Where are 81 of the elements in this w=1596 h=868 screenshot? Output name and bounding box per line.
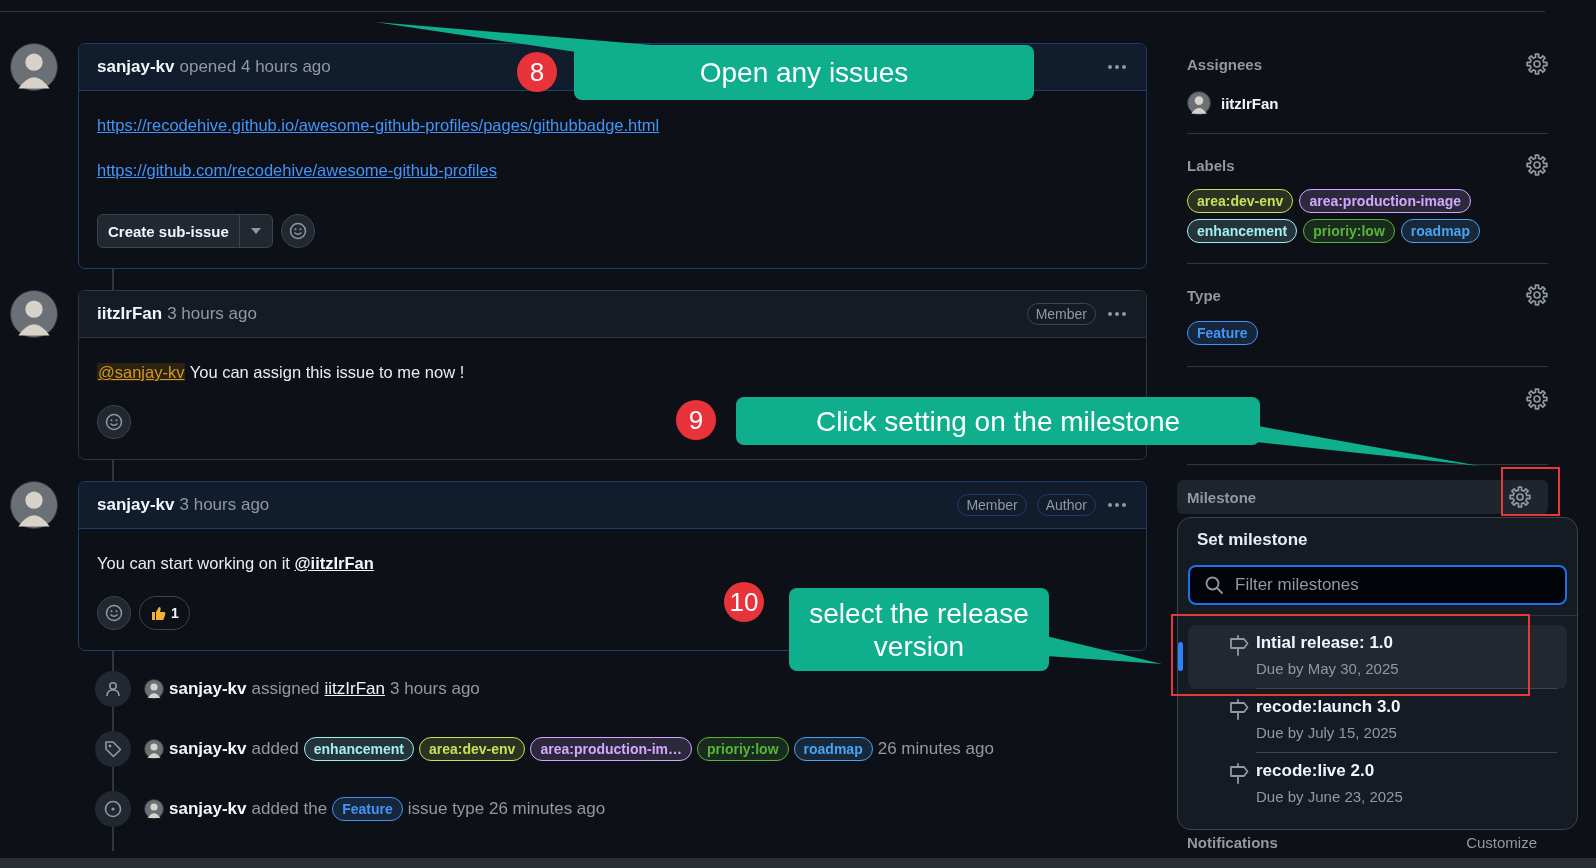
milestone-title: recode:live 2.0 [1256,761,1376,781]
author-name[interactable]: sanjay-kv [97,57,175,77]
avatar [1187,91,1211,115]
label-tag[interactable]: enhancement [1187,219,1298,243]
user-link[interactable]: iitzIrFan [324,679,386,699]
label-tag[interactable]: roadmap [1400,219,1480,243]
link[interactable]: https://recodehive.github.io/awesome-github-profiles/pages/githubbadge.html [97,116,660,134]
timestamp: 26 minutes ago [877,739,994,759]
avatar [10,481,58,529]
user-name[interactable]: iitzIrFan [1221,94,1279,112]
search-icon [1204,575,1224,595]
section-title: Labels [1187,156,1235,174]
label-tag[interactable]: roadmap [793,737,873,761]
smiley-icon [105,604,123,622]
settings-icon[interactable] [1526,284,1548,306]
timestamp: 3 hours ago [179,495,270,515]
milestone-title: Intial release: 1.0 [1256,633,1395,653]
milestone-option[interactable]: recode:launch 3.0 Due by July 15, 2025 [1188,689,1567,753]
label-tag[interactable]: area:dev-env [1187,189,1294,213]
label-tag[interactable]: prioriy:low [697,737,789,761]
author-name[interactable]: sanjay-kv [97,495,175,515]
comment-text: You can start working on it @iitzIrFan [97,553,375,574]
settings-icon[interactable] [1526,388,1548,410]
smiley-icon [105,413,123,431]
author-name[interactable]: sanjay-kv [169,679,247,699]
mention-link[interactable]: @sanjay-kv [97,363,186,381]
label-tag[interactable]: prioriy:low [1303,219,1395,243]
sidebar-section-header[interactable]: Milestone [1177,480,1548,514]
emoji-button[interactable] [97,596,131,630]
emoji-button[interactable] [97,405,131,439]
search-field[interactable]: Filter milestones [1188,565,1567,605]
settings-icon[interactable] [1509,486,1531,508]
settings-icon[interactable] [1526,53,1548,75]
section-title: Notifications [1187,834,1278,851]
section-title: Assignees [1187,55,1263,73]
section-title: Type [1187,286,1221,304]
label-tag[interactable]: enhancement [303,737,415,761]
timestamp: opened 4 hours ago [179,57,331,77]
caret-icon [250,228,261,234]
author-name[interactable]: iitzIrFan [97,304,163,324]
signpost-icon [1228,762,1250,784]
callout: select the release version [789,588,1049,671]
emoji-button[interactable] [280,214,315,248]
settings-icon[interactable] [1526,154,1548,176]
step-number: 9 [676,400,716,440]
author-name[interactable]: sanjay-kv [169,799,247,819]
author-name[interactable]: sanjay-kv [169,739,247,759]
due-date: Due by July 15, 2025 [1256,724,1398,741]
avatar [144,799,164,819]
event-text: added [251,739,299,759]
event-text: assigned [251,679,320,699]
person-icon [95,671,131,707]
avatar [144,679,164,699]
label-tag[interactable]: area:production-im… [530,737,692,761]
signpost-icon [1228,698,1250,720]
label-tag[interactable]: area:dev-env [419,737,526,761]
circle-dot-icon [95,791,131,827]
label-tag[interactable]: area:production-image [1299,189,1472,213]
thumbs-up-icon [150,605,166,621]
comment-text: @sanjay-kv You can assign this issue to me now ! [97,362,466,383]
due-date: Due by June 23, 2025 [1256,788,1404,805]
timestamp: 3 hours ago [390,679,480,699]
mention-link[interactable]: @iitzIrFan [294,554,374,572]
timestamp: 3 hours ago [167,304,257,324]
avatar [10,290,58,338]
step-number: 10 [724,582,764,622]
milestone-option[interactable]: recode:live 2.0 Due by June 23, 2025 [1188,753,1567,817]
link[interactable]: https://github.com/recodehive/awesome-github-profiles [97,161,497,179]
smiley-icon [288,222,307,240]
menu-title: Set milestone [1196,530,1309,551]
tag-icon [95,731,131,767]
customize-link[interactable]: Customize [1466,834,1537,851]
due-date: Due by May 30, 2025 [1256,660,1400,677]
avatar [144,739,164,759]
event-text: added the [251,799,328,819]
timestamp: issue type 26 minutes ago [407,799,606,819]
milestone-title: recode:launch 3.0 [1256,697,1402,717]
label-tag[interactable]: Feature [332,797,403,821]
avatar [10,43,58,91]
signpost-icon [1228,634,1250,656]
label-tag[interactable]: Feature [1187,321,1258,345]
